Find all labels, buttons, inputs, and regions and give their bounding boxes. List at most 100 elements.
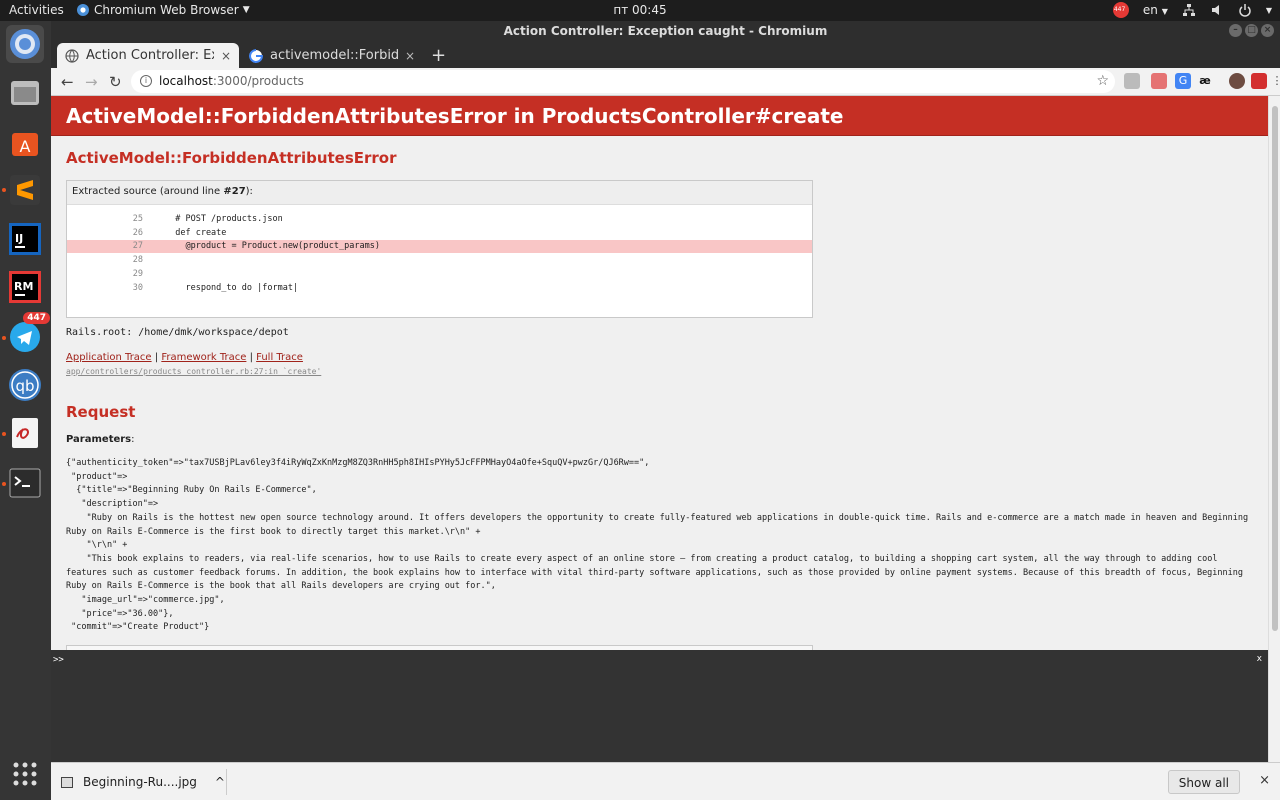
svg-text:qb: qb [15,377,34,395]
source-code: 25 # POST /products.json 26 def create 2… [67,205,812,317]
qbittorrent-icon: qb [9,369,41,401]
volume-icon[interactable] [1210,3,1224,17]
rails-root: Rails.root: /home/dmk/workspace/depot [66,327,289,338]
show-all-button[interactable]: Show all [1167,770,1240,794]
tab-activemodel[interactable]: activemodel::ForbiddenAt × [241,43,423,68]
close-download-bar-icon[interactable]: × [1259,773,1270,788]
line-text: respond_to do |format| [165,283,299,293]
download-bar: Beginning-Ru....jpg ^ Show all × [51,762,1280,800]
dock: A IJ RM 447 qb [0,21,51,800]
dock-sublime[interactable] [6,171,44,209]
profile-avatar[interactable] [1229,73,1245,89]
request-heading: Request [66,403,136,421]
web-console[interactable]: >> x [51,650,1268,762]
dock-evince[interactable] [6,414,44,452]
chevron-down-icon: ▼ [1161,7,1168,16]
system-top-bar: Activities Chromium Web Browser ▼ пт 00:… [0,0,1280,21]
line-number: 26 [132,228,143,238]
terminal-icon [9,468,41,498]
extension-ae-icon[interactable]: æ [1197,73,1213,89]
browser-toolbar: ← → ↻ i localhost:3000/products ☆ G æ ⋮ [51,68,1280,96]
software-center-icon: A [12,133,38,156]
framework-trace-link[interactable]: Framework Trace [161,352,246,363]
maximize-button[interactable]: □ [1245,24,1258,37]
show-applications-button[interactable] [6,755,44,793]
dock-chromium[interactable] [6,25,44,63]
intellij-icon: IJ [9,223,41,255]
language-indicator[interactable]: en ▼ [1143,3,1168,17]
error-title: ActiveModel::ForbiddenAttributesError [66,149,397,167]
svg-text:IJ: IJ [15,232,23,245]
line-number: 27 [132,241,143,251]
console-close-button[interactable]: x [1257,654,1262,664]
download-filename: Beginning-Ru....jpg [83,775,197,789]
tab-strip: Action Controller: Exceptio × activemode… [51,41,1280,68]
telegram-badge: 447 [23,312,50,324]
extracted-source-box: Extracted source (around line #27): 25 #… [66,180,813,318]
dock-terminal[interactable] [6,464,44,502]
close-tab-icon[interactable]: × [221,49,231,63]
power-icon[interactable] [1238,3,1252,17]
line-text: @product = Product.new(product_params) [165,241,380,251]
chromium-icon [10,29,40,59]
minimize-button[interactable]: – [1229,24,1242,37]
extension-red-icon[interactable] [1251,73,1267,89]
close-tab-icon[interactable]: × [405,49,415,63]
chevron-up-icon[interactable]: ^ [215,775,225,789]
forward-icon[interactable]: → [85,73,98,91]
bookmark-star-icon[interactable]: ☆ [1096,70,1109,93]
extracted-source-caption: Extracted source (around line #27): [67,181,812,205]
caption-suffix: ): [245,186,253,197]
app-grid-icon [13,762,37,786]
dock-telegram[interactable]: 447 [6,312,50,356]
dock-qbittorrent[interactable]: qb [6,366,44,404]
dock-software[interactable]: A [6,123,44,161]
trace-separator: | [151,352,162,363]
language-label: en [1142,3,1158,17]
new-tab-button[interactable]: + [431,45,446,66]
tray-badge: 447 [1113,6,1126,13]
line-number: 30 [132,283,143,293]
svg-text:A: A [20,137,31,156]
address-bar[interactable]: i localhost:3000/products ☆ [131,70,1115,93]
tray-notification-icon[interactable]: 447 [1112,2,1129,18]
line-number: 25 [132,214,143,224]
tab-title: Action Controller: Exceptio [86,48,214,63]
dock-rubymine[interactable]: RM [6,268,44,306]
chevron-down-icon[interactable]: ▼ [1266,6,1272,15]
parameters-label: Parameters: [66,434,135,445]
highlighted-code-line: 27 @product = Product.new(product_params… [67,240,812,253]
extension-blocker-icon[interactable] [1151,73,1167,89]
application-trace-link[interactable]: Application Trace [66,352,152,363]
code-line: 29 [67,268,812,281]
code-line: 28 [67,254,812,267]
document-viewer-icon [12,418,38,448]
trace-path-link[interactable]: app/controllers/products_controller.rb:2… [66,367,321,376]
error-header: ActiveModel::ForbiddenAttributesError in… [51,96,1268,136]
back-icon[interactable]: ← [61,73,74,91]
close-window-button[interactable]: × [1261,24,1274,37]
reload-icon[interactable]: ↻ [109,73,122,91]
full-trace-link[interactable]: Full Trace [256,352,303,363]
tab-action-controller[interactable]: Action Controller: Exceptio × [57,43,239,68]
tab-title: activemodel::ForbiddenAt [270,48,398,63]
rubymine-icon: RM [9,271,41,303]
download-item[interactable]: Beginning-Ru....jpg ^ [61,770,225,794]
caption-prefix: Extracted source (around line [72,186,224,197]
files-icon [11,81,39,105]
dock-intellij[interactable]: IJ [6,220,44,258]
parameters-colon: : [131,434,135,445]
scrollbar-thumb[interactable] [1272,106,1278,631]
info-icon[interactable]: i [140,75,152,87]
extension-reader-icon[interactable] [1124,73,1140,89]
line-text: # POST /products.json [165,214,283,224]
window-title-bar[interactable]: Action Controller: Exception caught - Ch… [51,21,1280,41]
dock-files[interactable] [6,74,44,112]
parameters-label-text: Parameters [66,434,132,445]
page-scrollbar[interactable] [1268,96,1280,762]
menu-icon[interactable]: ⋮ [1269,73,1280,89]
caption-line: #27 [223,186,246,197]
extension-translate-icon[interactable]: G [1175,73,1191,89]
network-icon[interactable] [1182,3,1196,17]
clock[interactable]: пт 00:45 [0,3,1280,17]
